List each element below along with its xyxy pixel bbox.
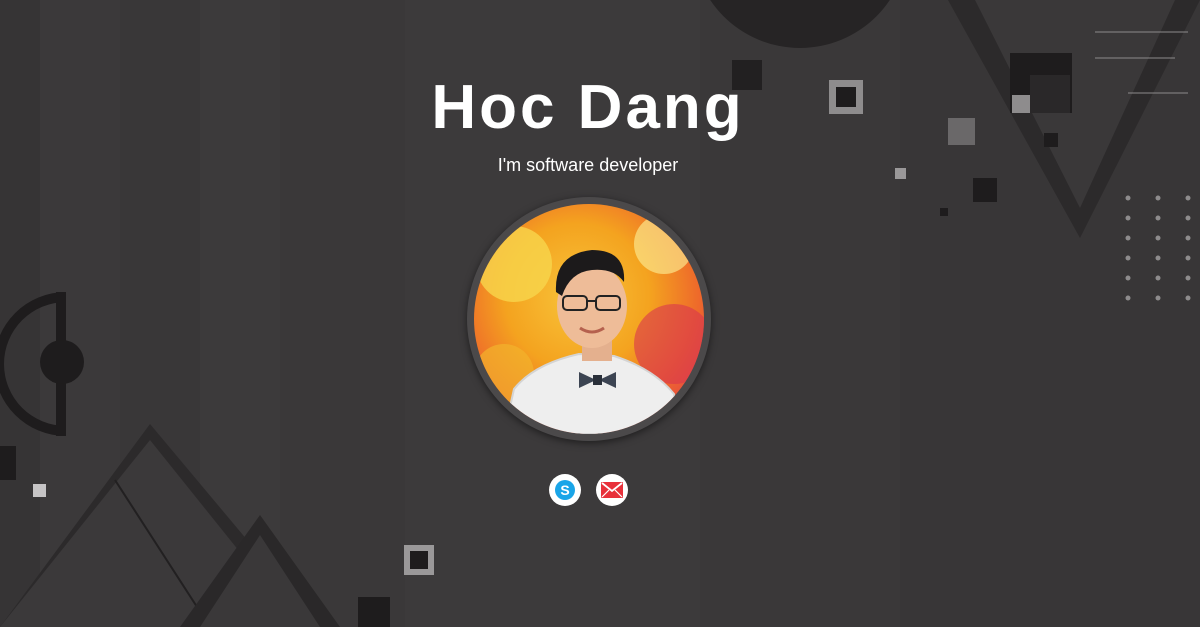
mail-icon bbox=[601, 482, 623, 498]
svg-text:S: S bbox=[560, 482, 569, 498]
skype-icon: S bbox=[555, 480, 575, 500]
avatar-image bbox=[474, 204, 704, 434]
avatar bbox=[474, 204, 704, 434]
email-button[interactable] bbox=[596, 474, 628, 506]
avatar-frame bbox=[467, 197, 711, 441]
profile-name: Hoc Dang bbox=[431, 73, 745, 142]
skype-button[interactable]: S bbox=[549, 474, 581, 506]
top-circle-shape bbox=[710, 0, 890, 48]
dot-grid-shape bbox=[1125, 195, 1191, 301]
profile-tagline: I'm software developer bbox=[497, 155, 679, 175]
page: Hoc Dang I'm software developer S bbox=[0, 0, 1200, 627]
